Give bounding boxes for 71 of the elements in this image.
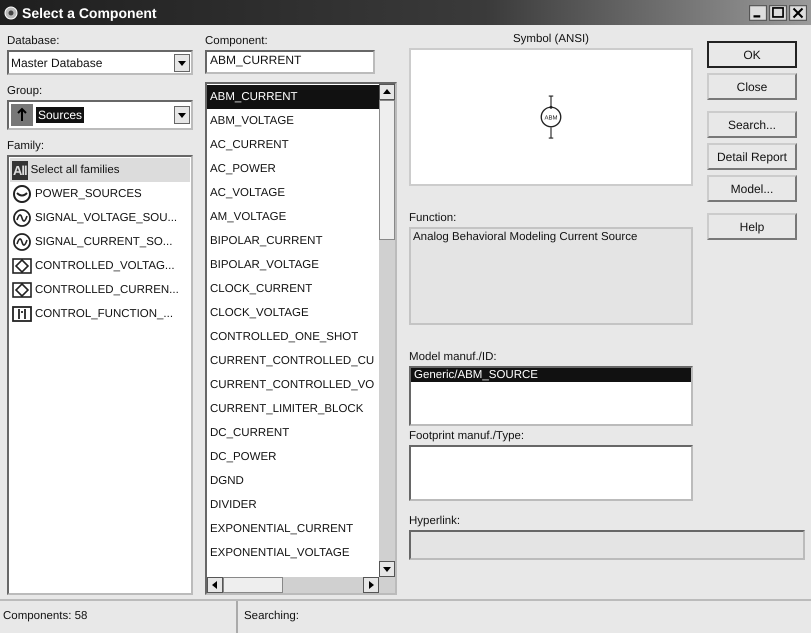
- component-field[interactable]: ABM_CURRENT: [205, 50, 375, 74]
- maximize-icon[interactable]: [769, 4, 787, 20]
- dialog-button[interactable]: OK: [707, 41, 797, 68]
- component-item[interactable]: DIVIDER: [207, 493, 379, 517]
- signal-source-icon: [12, 208, 32, 228]
- controlled-source-icon: [12, 280, 32, 300]
- family-label: Family:: [7, 140, 46, 152]
- family-item[interactable]: SIGNAL_VOLTAGE_SOU...: [10, 206, 190, 230]
- scroll-right-icon[interactable]: [363, 577, 379, 593]
- component-item[interactable]: AC_POWER: [207, 157, 379, 181]
- component-item[interactable]: AM_VOLTAGE: [207, 205, 379, 229]
- component-item[interactable]: BIPOLAR_VOLTAGE: [207, 253, 379, 277]
- power-source-icon: [12, 184, 32, 204]
- scroll-up-icon[interactable]: [379, 84, 395, 100]
- component-item[interactable]: DC_POWER: [207, 445, 379, 469]
- close-icon[interactable]: [789, 4, 807, 20]
- component-item[interactable]: CURRENT_CONTROLLED_CU: [207, 349, 379, 373]
- dialog-button[interactable]: Search...: [707, 111, 797, 138]
- component-item[interactable]: DC_CURRENT: [207, 421, 379, 445]
- component-item[interactable]: EXPONENTIAL_VOLTAGE: [207, 541, 379, 565]
- component-item[interactable]: ABM_CURRENT: [207, 85, 379, 109]
- component-item[interactable]: DGND: [207, 469, 379, 493]
- family-item[interactable]: All Select all families: [10, 158, 190, 182]
- hyperlink-field[interactable]: [409, 530, 805, 560]
- model-label: Model manuf./ID:: [409, 351, 498, 363]
- database-label: Database:: [7, 35, 60, 47]
- component-item[interactable]: CURRENT_LIMITER_BLOCK: [207, 397, 379, 421]
- dialog-button[interactable]: Help: [707, 213, 797, 240]
- footprint-label: Footprint manuf./Type:: [409, 430, 526, 442]
- controlled-source-icon: [12, 256, 32, 276]
- model-item[interactable]: Generic/ABM_SOURCE: [411, 368, 691, 382]
- scroll-down-icon[interactable]: [379, 561, 395, 577]
- horizontal-scrollbar[interactable]: [207, 577, 395, 593]
- scrollbar-thumb[interactable]: [379, 100, 395, 240]
- family-item[interactable]: CONTROLLED_VOLTAG...: [10, 254, 190, 278]
- family-item[interactable]: SIGNAL_CURRENT_SO...: [10, 230, 190, 254]
- group-label: Group:: [7, 85, 44, 97]
- app-icon: [4, 6, 18, 20]
- window-title: Select a Component: [22, 4, 157, 20]
- component-item[interactable]: CLOCK_CURRENT: [207, 277, 379, 301]
- all-icon: All: [12, 160, 28, 180]
- component-item[interactable]: CLOCK_VOLTAGE: [207, 301, 379, 325]
- family-item[interactable]: CONTROLLED_CURREN...: [10, 278, 190, 302]
- status-text: Components: 58: [0, 601, 238, 633]
- component-item[interactable]: ABM_VOLTAGE: [207, 109, 379, 133]
- component-item[interactable]: EXPONENTIAL_CURRENT: [207, 517, 379, 541]
- vertical-scrollbar[interactable]: [379, 84, 395, 577]
- scroll-left-icon[interactable]: [207, 577, 223, 593]
- database-dropdown[interactable]: Master Database: [7, 50, 193, 75]
- function-label: Function:: [409, 212, 458, 224]
- family-item[interactable]: CONTROL_FUNCTION_...: [10, 302, 190, 326]
- dialog-button[interactable]: Close: [707, 73, 797, 100]
- component-item[interactable]: CONTROLLED_ONE_SHOT: [207, 325, 379, 349]
- component-item[interactable]: BIPOLAR_CURRENT: [207, 229, 379, 253]
- source-icon: [11, 104, 33, 126]
- dialog-button[interactable]: Model...: [707, 175, 797, 202]
- minimize-icon[interactable]: [749, 4, 767, 20]
- group-dropdown[interactable]: Sources: [7, 100, 193, 130]
- component-item[interactable]: AC_CURRENT: [207, 133, 379, 157]
- component-item[interactable]: CURRENT_CONTROLLED_VO: [207, 373, 379, 397]
- dialog-button[interactable]: Detail Report: [707, 143, 797, 170]
- status-text: Searching:: [243, 609, 300, 624]
- signal-source-icon: [12, 232, 32, 252]
- symbol-label: Symbol (ANSI): [512, 33, 590, 45]
- hyperlink-label: Hyperlink:: [409, 515, 462, 527]
- component-label: Component:: [205, 35, 269, 47]
- function-block-icon: [12, 304, 32, 324]
- scrollbar-thumb[interactable]: [223, 577, 283, 593]
- component-item[interactable]: AC_VOLTAGE: [207, 181, 379, 205]
- function-text: Analog Behavioral Modeling Current Source: [413, 231, 638, 243]
- family-item[interactable]: POWER_SOURCES: [10, 182, 190, 206]
